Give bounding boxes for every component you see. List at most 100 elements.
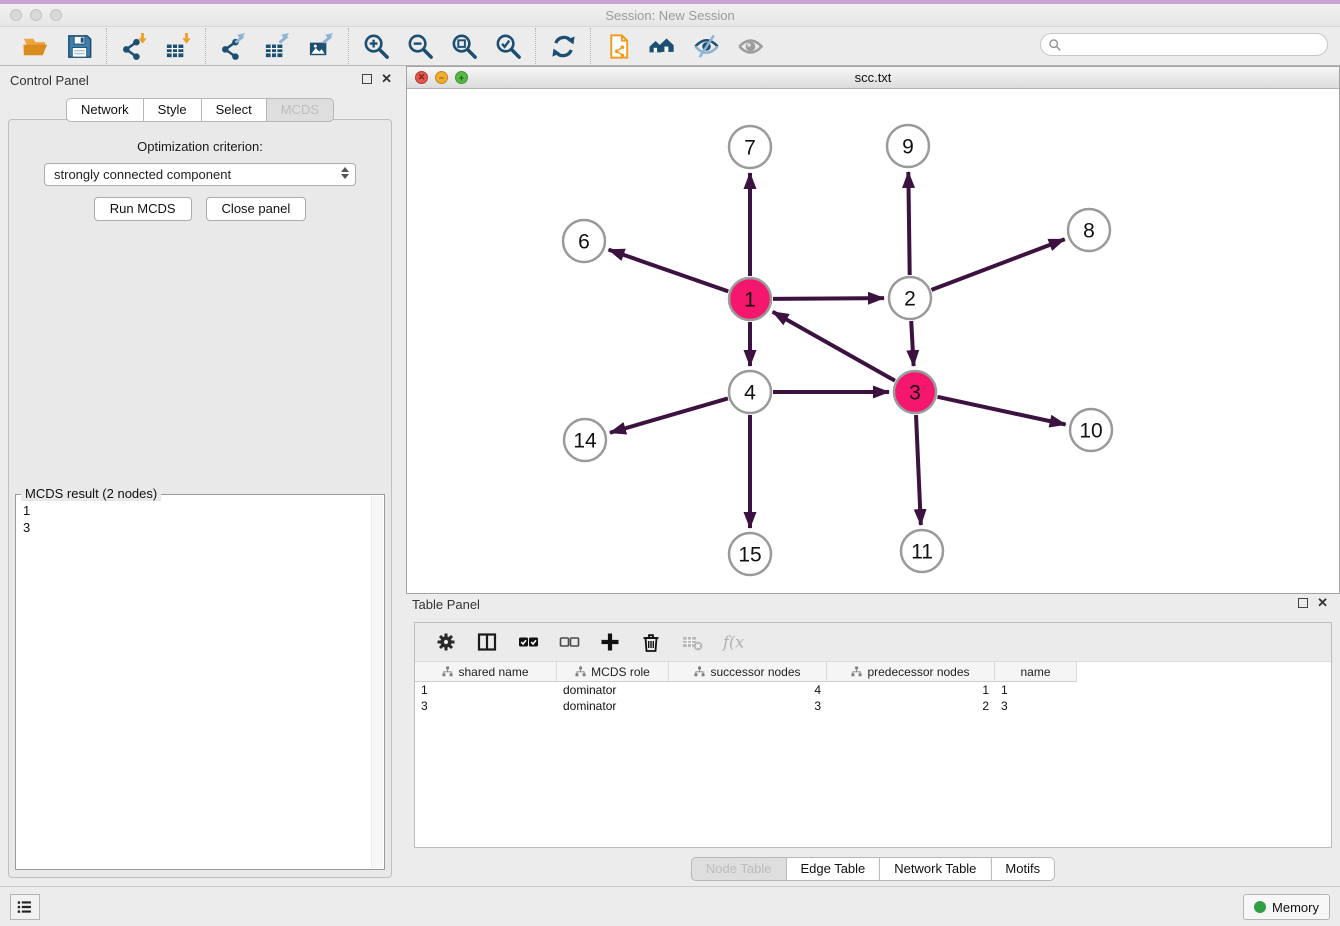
tab-edge-table[interactable]: Edge Table	[785, 857, 880, 881]
import-table-button[interactable]	[156, 28, 200, 64]
save-session-icon	[65, 32, 94, 61]
node-label-2: 2	[904, 288, 916, 311]
tab-network-table[interactable]: Network Table	[879, 857, 991, 881]
column-tree-icon	[575, 666, 586, 677]
control-panel-close-icon[interactable]: ✕	[381, 74, 392, 84]
delete-row-button[interactable]	[632, 627, 669, 657]
table-cell[interactable]: 3	[669, 698, 827, 714]
export-network-button[interactable]	[211, 28, 255, 64]
hide-selected-button[interactable]	[684, 28, 728, 64]
delete-table-button	[673, 627, 710, 657]
mcds-result-list: 13	[16, 495, 384, 536]
zoom-fit-button[interactable]	[442, 28, 486, 64]
table-cell[interactable]: dominator	[557, 682, 669, 698]
show-columns-button[interactable]	[468, 627, 505, 657]
edge-2-3[interactable]	[911, 321, 913, 366]
deselect-all-button[interactable]	[550, 627, 587, 657]
network-view-window: ✕ − + scc.txt 7968124314101511	[406, 66, 1340, 594]
column-label: MCDS role	[591, 665, 650, 679]
node-label-8: 8	[1083, 220, 1095, 243]
column-header-name[interactable]: name	[995, 662, 1077, 682]
settings-button[interactable]	[427, 627, 464, 657]
column-header-MCDS-role[interactable]: MCDS role	[557, 662, 669, 682]
memory-button[interactable]: Memory	[1243, 894, 1330, 920]
delete-table-icon	[681, 631, 703, 653]
table-cell[interactable]: 4	[669, 682, 827, 698]
import-table-icon	[164, 32, 193, 61]
criterion-select[interactable]: strongly connected component	[44, 163, 356, 186]
import-network-button[interactable]	[112, 28, 156, 64]
node-label-7: 7	[744, 137, 756, 160]
table-panel-title: Table Panel	[412, 597, 480, 612]
table-toolbar: f(x)	[415, 623, 1331, 661]
table-panel-float-icon[interactable]	[1298, 598, 1308, 608]
search-icon	[1048, 38, 1062, 52]
tab-select[interactable]: Select	[201, 98, 267, 122]
table-cell[interactable]: 2	[827, 698, 995, 714]
table-cell[interactable]: 1	[827, 682, 995, 698]
edge-3-11[interactable]	[916, 415, 921, 525]
task-history-button[interactable]	[10, 894, 40, 920]
zoom-fit-icon	[450, 32, 479, 61]
show-all-button[interactable]	[728, 28, 772, 64]
zoom-selected-button[interactable]	[486, 28, 530, 64]
tab-motifs[interactable]: Motifs	[990, 857, 1055, 881]
edge-2-9[interactable]	[908, 172, 909, 275]
node-label-11: 11	[911, 541, 933, 564]
add-row-button[interactable]	[591, 627, 628, 657]
edge-3-1[interactable]	[773, 312, 895, 381]
edge-2-8[interactable]	[932, 239, 1065, 290]
export-network-icon	[219, 32, 248, 61]
network-canvas[interactable]: 7968124314101511	[407, 90, 1339, 593]
apply-preferred-layout-icon	[549, 32, 578, 61]
show-all-icon	[736, 32, 765, 61]
column-label: successor nodes	[710, 665, 800, 679]
edge-1-6[interactable]	[609, 250, 729, 292]
close-panel-button[interactable]: Close panel	[206, 197, 307, 221]
first-neighbors-button[interactable]	[640, 28, 684, 64]
edge-4-14[interactable]	[610, 398, 728, 432]
export-image-button[interactable]	[299, 28, 343, 64]
table-row[interactable]: 3dominator323	[415, 698, 1331, 714]
open-session-button[interactable]	[13, 28, 57, 64]
tab-style[interactable]: Style	[143, 98, 202, 122]
window-title: Session: New Session	[0, 8, 1340, 23]
table-cell[interactable]: 3	[995, 698, 1077, 714]
edge-3-10[interactable]	[937, 397, 1065, 425]
run-mcds-button[interactable]: Run MCDS	[94, 197, 192, 221]
edge-1-2[interactable]	[773, 298, 884, 299]
tab-node-table[interactable]: Node Table	[691, 857, 787, 881]
delete-row-icon	[640, 631, 662, 653]
control-panel-float-icon[interactable]	[362, 74, 372, 84]
tab-mcds[interactable]: MCDS	[266, 98, 334, 122]
deselect-all-icon	[558, 631, 580, 653]
table-row[interactable]: 1dominator411	[415, 682, 1331, 698]
search-input[interactable]	[1062, 35, 1327, 54]
export-table-button[interactable]	[255, 28, 299, 64]
table-cell[interactable]: 1	[995, 682, 1077, 698]
new-network-from-selection-button[interactable]	[596, 28, 640, 64]
select-all-button[interactable]	[509, 627, 546, 657]
tab-network[interactable]: Network	[66, 98, 144, 122]
search-box[interactable]	[1040, 33, 1328, 56]
new-network-from-selection-icon	[604, 32, 633, 61]
table-header-filler	[1077, 662, 1331, 682]
mcds-tab-pane: Optimization criterion: strongly connect…	[8, 119, 392, 878]
table-panel-close-icon[interactable]: ✕	[1317, 598, 1328, 608]
table-cell[interactable]: 1	[415, 682, 557, 698]
column-header-successor-nodes[interactable]: successor nodes	[669, 662, 827, 682]
node-label-1: 1	[744, 289, 756, 312]
table-cell[interactable]: dominator	[557, 698, 669, 714]
mcds-result-title: MCDS result (2 nodes)	[21, 486, 161, 501]
table-cell[interactable]: 3	[415, 698, 557, 714]
zoom-out-button[interactable]	[398, 28, 442, 64]
network-window-titlebar[interactable]: ✕ − + scc.txt	[407, 67, 1339, 89]
node-label-10: 10	[1079, 420, 1102, 443]
apply-preferred-layout-button[interactable]	[541, 28, 585, 64]
save-session-button[interactable]	[57, 28, 101, 64]
svg-text:f(x): f(x)	[722, 633, 744, 652]
column-header-predecessor-nodes[interactable]: predecessor nodes	[827, 662, 995, 682]
result-scrollbar[interactable]	[371, 496, 383, 868]
column-header-shared-name[interactable]: shared name	[415, 662, 557, 682]
zoom-in-button[interactable]	[354, 28, 398, 64]
